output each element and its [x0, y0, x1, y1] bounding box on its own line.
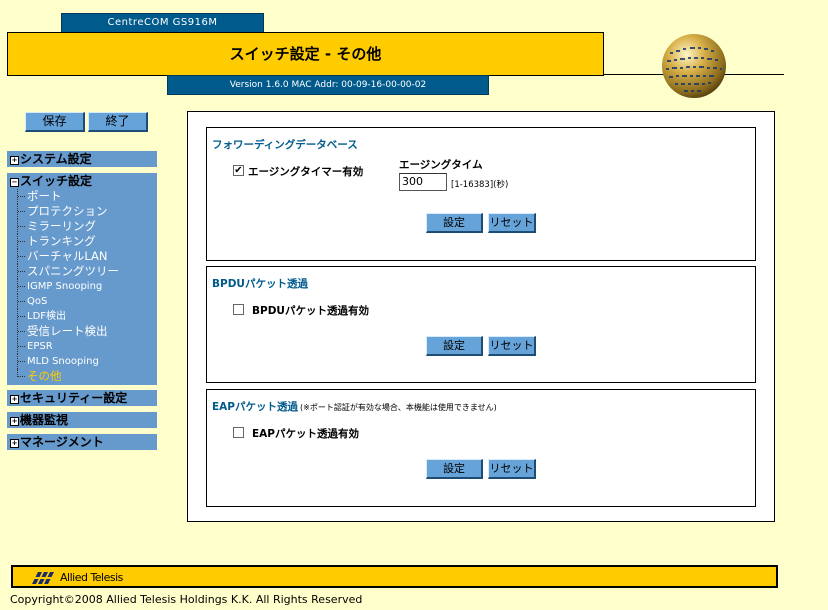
subnav-item-vlan[interactable]: バーチャルLAN	[14, 249, 157, 264]
aging-time-label: エージングタイム	[399, 159, 483, 171]
aging-time-input[interactable]: 300	[399, 173, 447, 191]
version-info: Version 1.6.0 MAC Addr: 00-09-16-00-00-0…	[167, 75, 489, 95]
globe-logo-icon	[660, 32, 728, 100]
nav-system-settings[interactable]: + システム設定	[7, 151, 157, 167]
nav-security-settings[interactable]: + セキュリティー設定	[7, 390, 157, 406]
fdb-set-button[interactable]: 設定	[426, 213, 483, 233]
collapse-minus-icon: −	[10, 178, 19, 187]
subnav-item-protection[interactable]: プロテクション	[14, 204, 157, 219]
subnav-item-trunking[interactable]: トランキング	[14, 234, 157, 249]
eap-reset-button[interactable]: リセット	[488, 459, 536, 479]
expand-plus-icon: +	[10, 156, 19, 165]
aging-timer-label: エージングタイマー有効	[248, 166, 364, 178]
fdb-reset-button[interactable]: リセット	[488, 213, 536, 233]
section-title-text: EAPパケット透過	[212, 401, 298, 413]
subnav-item-qos[interactable]: QoS	[14, 294, 157, 309]
aging-time-range: [1-16383](秒)	[451, 180, 509, 190]
nav-management[interactable]: + マネージメント	[7, 434, 157, 450]
footer-bar: Allied Telesis	[11, 565, 778, 588]
bpdu-reset-button[interactable]: リセット	[488, 336, 536, 356]
subnav-item-spanning-tree[interactable]: スパニングツリー	[14, 264, 157, 279]
expand-plus-icon: +	[10, 395, 19, 404]
nav-label: システム設定	[20, 152, 92, 166]
nav-label: セキュリティー設定	[20, 391, 128, 405]
bpdu-set-button[interactable]: 設定	[426, 336, 483, 356]
nav-device-monitor[interactable]: + 機器監視	[7, 412, 157, 428]
bpdu-section: BPDUパケット透過 BPDUパケット透過有効 設定 リセット	[206, 266, 756, 383]
subnav-item-port[interactable]: ポート	[14, 189, 157, 204]
eap-enable-label: EAPパケット透過有効	[252, 428, 359, 440]
section-title: EAPパケット透過 (※ポート認証が有効な場合、本機能は使用できません)	[212, 399, 497, 414]
aging-timer-checkbox[interactable]: ✔	[233, 165, 244, 176]
save-button[interactable]: 保存	[25, 112, 85, 132]
subnav-item-epsr[interactable]: EPSR	[14, 339, 157, 354]
allied-telesis-logo-icon	[28, 572, 56, 584]
nav-label: 機器監視	[20, 413, 69, 427]
bpdu-enable-label: BPDUパケット透過有効	[252, 305, 369, 317]
nav-switch-settings[interactable]: − スイッチ設定	[7, 173, 157, 189]
eap-enable-checkbox[interactable]	[233, 427, 244, 438]
product-name-tab: CentreCOM GS916M	[61, 13, 264, 33]
eap-set-button[interactable]: 設定	[426, 459, 483, 479]
brand-logo: Allied Telesis	[28, 571, 158, 585]
copyright-text: Copyright©2008 Allied Telesis Holdings K…	[10, 593, 363, 606]
section-title: フォワーディングデータベース	[212, 139, 358, 151]
subnav-item-other[interactable]: その他	[14, 369, 157, 384]
bpdu-enable-checkbox[interactable]	[233, 304, 244, 315]
exit-button[interactable]: 終了	[88, 112, 148, 132]
nav-label: スイッチ設定	[20, 174, 93, 188]
brand-name: Allied Telesis	[60, 571, 123, 584]
page-title: スイッチ設定 - その他	[7, 32, 604, 76]
subnav-item-mld-snooping[interactable]: MLD Snooping	[14, 354, 157, 369]
fdb-section: フォワーディングデータベース ✔ エージングタイマー有効 エージングタイム 30…	[206, 127, 756, 261]
subnav-item-rx-rate[interactable]: 受信レート検出	[14, 324, 157, 339]
nav-label: マネージメント	[20, 435, 104, 449]
eap-section: EAPパケット透過 (※ポート認証が有効な場合、本機能は使用できません) EAPパ…	[206, 389, 756, 507]
expand-plus-icon: +	[10, 439, 19, 448]
subnav-item-ldf[interactable]: LDF検出	[14, 309, 157, 324]
section-note: (※ポート認証が有効な場合、本機能は使用できません)	[300, 403, 497, 412]
expand-plus-icon: +	[10, 417, 19, 426]
subnav-item-igmp-snooping[interactable]: IGMP Snooping	[14, 279, 157, 294]
switch-subnav: ポート プロテクション ミラーリング トランキング バーチャルLAN スパニング…	[14, 189, 157, 384]
subnav-item-mirroring[interactable]: ミラーリング	[14, 219, 157, 234]
checkmark-icon: ✔	[234, 165, 243, 176]
section-title: BPDUパケット透過	[212, 278, 308, 290]
